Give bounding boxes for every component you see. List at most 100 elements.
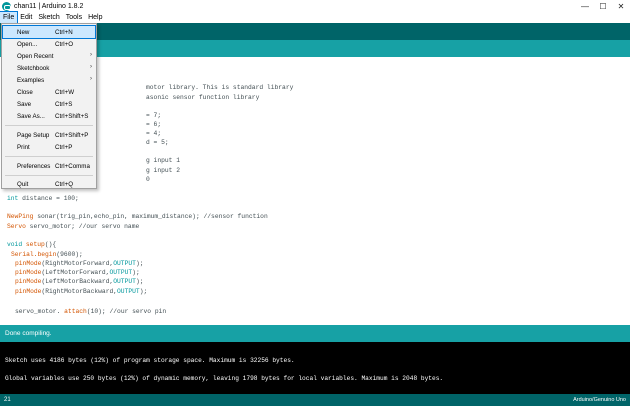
submenu-arrow-icon: › (90, 64, 92, 70)
code-token: setup (22, 241, 45, 248)
code-token: pinMode (15, 278, 42, 285)
status-bar: Done compiling. (0, 325, 630, 342)
console-output[interactable]: Sketch uses 4186 bytes (12%) of program … (0, 342, 630, 394)
submenu-arrow-icon: › (90, 52, 92, 58)
code-token: (LeftMotorForward, (41, 269, 110, 276)
code-token: OUTPUT (113, 278, 136, 285)
code-line: Servo servo_motor; //our servo name (7, 223, 139, 230)
line-number: 21 (4, 397, 11, 403)
code-line: = 4; (146, 130, 162, 137)
window-title: chan11 | Arduino 1.8.2 (14, 2, 84, 10)
title-bar: chan11 | Arduino 1.8.2 — ☐ ✕ (0, 0, 630, 12)
menu-item-label: Save As... (17, 113, 45, 120)
menu-item-examples[interactable]: Examples › (3, 74, 95, 86)
code-token: pinMode (15, 260, 42, 267)
menu-item-new[interactable]: New Ctrl+N (2, 25, 96, 39)
menu-item-page-setup[interactable]: Page Setup Ctrl+Shift+P (3, 129, 95, 141)
code-token: servo_motor. (15, 308, 61, 315)
board-name: Arduino/Genuino Uno (573, 397, 626, 403)
code-token: ); (135, 260, 144, 267)
menu-item-close[interactable]: Close Ctrl+W (3, 86, 95, 98)
menu-tools[interactable]: Tools (63, 12, 85, 23)
code-token: (RightMotorBackward, (41, 288, 118, 295)
code-token: sonar(trig_pin,echo_pin, maximum_distanc… (33, 213, 268, 220)
maximize-button[interactable]: ☐ (594, 0, 612, 12)
menu-item-shortcut: Ctrl+S (55, 101, 73, 108)
window-controls: — ☐ ✕ (576, 0, 630, 12)
code-line: servo_motor. attach(10); //our servo pin (15, 308, 166, 315)
menu-item-shortcut: Ctrl+W (55, 89, 75, 96)
code-line: d = 5; (146, 139, 169, 146)
menu-item-label: Preferences (17, 163, 51, 170)
menu-item-label: Print (17, 144, 30, 151)
code-token: pinMode (15, 269, 42, 276)
menu-edit[interactable]: Edit (17, 12, 35, 23)
code-token: OUTPUT (113, 260, 136, 267)
code-token: void (7, 241, 23, 248)
menu-item-label: Page Setup (17, 132, 50, 139)
menu-item-shortcut: Ctrl+Shift+P (55, 132, 89, 139)
menu-help[interactable]: Help (85, 12, 105, 23)
code-token: distance = 100; (18, 195, 79, 202)
menu-bar: File Edit Sketch Tools Help (0, 11, 630, 24)
menu-item-shortcut: Ctrl+N (55, 29, 73, 36)
menu-item-shortcut: Ctrl+Q (55, 181, 74, 188)
code-token: attach (60, 308, 87, 315)
code-line: = 6; (146, 121, 162, 128)
menu-item-shortcut: Ctrl+O (55, 41, 74, 48)
menu-item-label: Close (17, 89, 33, 96)
code-line: Serial.begin(9600); (11, 251, 83, 258)
code-token: (RightMotorForward, (41, 260, 114, 267)
code-line: g input 1 (146, 157, 181, 164)
menu-item-label: Open... (17, 41, 38, 48)
menu-item-save[interactable]: Save Ctrl+S (3, 98, 95, 110)
code-token: Serial (11, 251, 34, 258)
footer-bar: 21 Arduino/Genuino Uno (0, 394, 630, 406)
menu-item-label: Quit (17, 181, 29, 188)
code-token: ); (139, 288, 148, 295)
code-line: int distance = 100; (7, 195, 79, 202)
code-line: motor library. This is standard library (146, 84, 294, 91)
menu-item-label: New (17, 29, 30, 36)
menu-item-save-as[interactable]: Save As... Ctrl+Shift+S (3, 110, 95, 122)
menu-item-label: Open Recent (17, 53, 54, 60)
code-token: servo_motor; //our servo name (25, 223, 140, 230)
menu-file[interactable]: File (0, 11, 19, 24)
code-token: .begin (33, 251, 57, 258)
code-token: (9600); (56, 251, 83, 258)
code-line: void setup(){ (7, 241, 56, 248)
menu-item-shortcut: Ctrl+Comma (55, 163, 90, 170)
code-token: pinMode (15, 288, 42, 295)
code-line: pinMode(RightMotorBackward,OUTPUT); (15, 288, 147, 295)
menu-item-open[interactable]: Open... Ctrl+O (3, 38, 95, 50)
code-token: (LeftMotorBackward, (41, 278, 114, 285)
menu-item-shortcut: Ctrl+Shift+S (55, 113, 89, 120)
code-line: = 7; (146, 112, 162, 119)
submenu-arrow-icon: › (90, 76, 92, 82)
menu-sketch[interactable]: Sketch (35, 12, 62, 23)
status-message: Done compiling. (5, 330, 52, 337)
code-token: NewPing (7, 213, 34, 220)
menu-item-label: Examples (17, 77, 45, 84)
menu-item-sketchbook[interactable]: Sketchbook › (3, 62, 95, 74)
menu-item-print[interactable]: Print Ctrl+P (3, 141, 95, 153)
menu-item-quit[interactable]: Quit Ctrl+Q (3, 178, 95, 190)
code-line: g input 2 (146, 167, 181, 174)
code-token: int (7, 195, 19, 202)
code-line: asonic sensor function library (146, 94, 260, 101)
console-line: Sketch uses 4186 bytes (12%) of program … (5, 357, 295, 364)
menu-separator (5, 125, 93, 126)
menu-item-label: Sketchbook (17, 65, 50, 72)
code-token: OUTPUT (117, 288, 140, 295)
code-token: (10); //our servo pin (86, 308, 167, 315)
code-token: ); (135, 278, 144, 285)
menu-item-preferences[interactable]: Preferences Ctrl+Comma (3, 160, 95, 172)
menu-separator (5, 175, 93, 176)
code-line: pinMode(LeftMotorBackward,OUTPUT); (15, 278, 144, 285)
close-button[interactable]: ✕ (612, 0, 630, 12)
menu-item-open-recent[interactable]: Open Recent › (3, 50, 95, 62)
code-line: pinMode(RightMotorForward,OUTPUT); (15, 260, 144, 267)
code-token: OUTPUT (109, 269, 133, 276)
menu-item-label: Save (17, 101, 32, 108)
minimize-button[interactable]: — (576, 0, 594, 12)
